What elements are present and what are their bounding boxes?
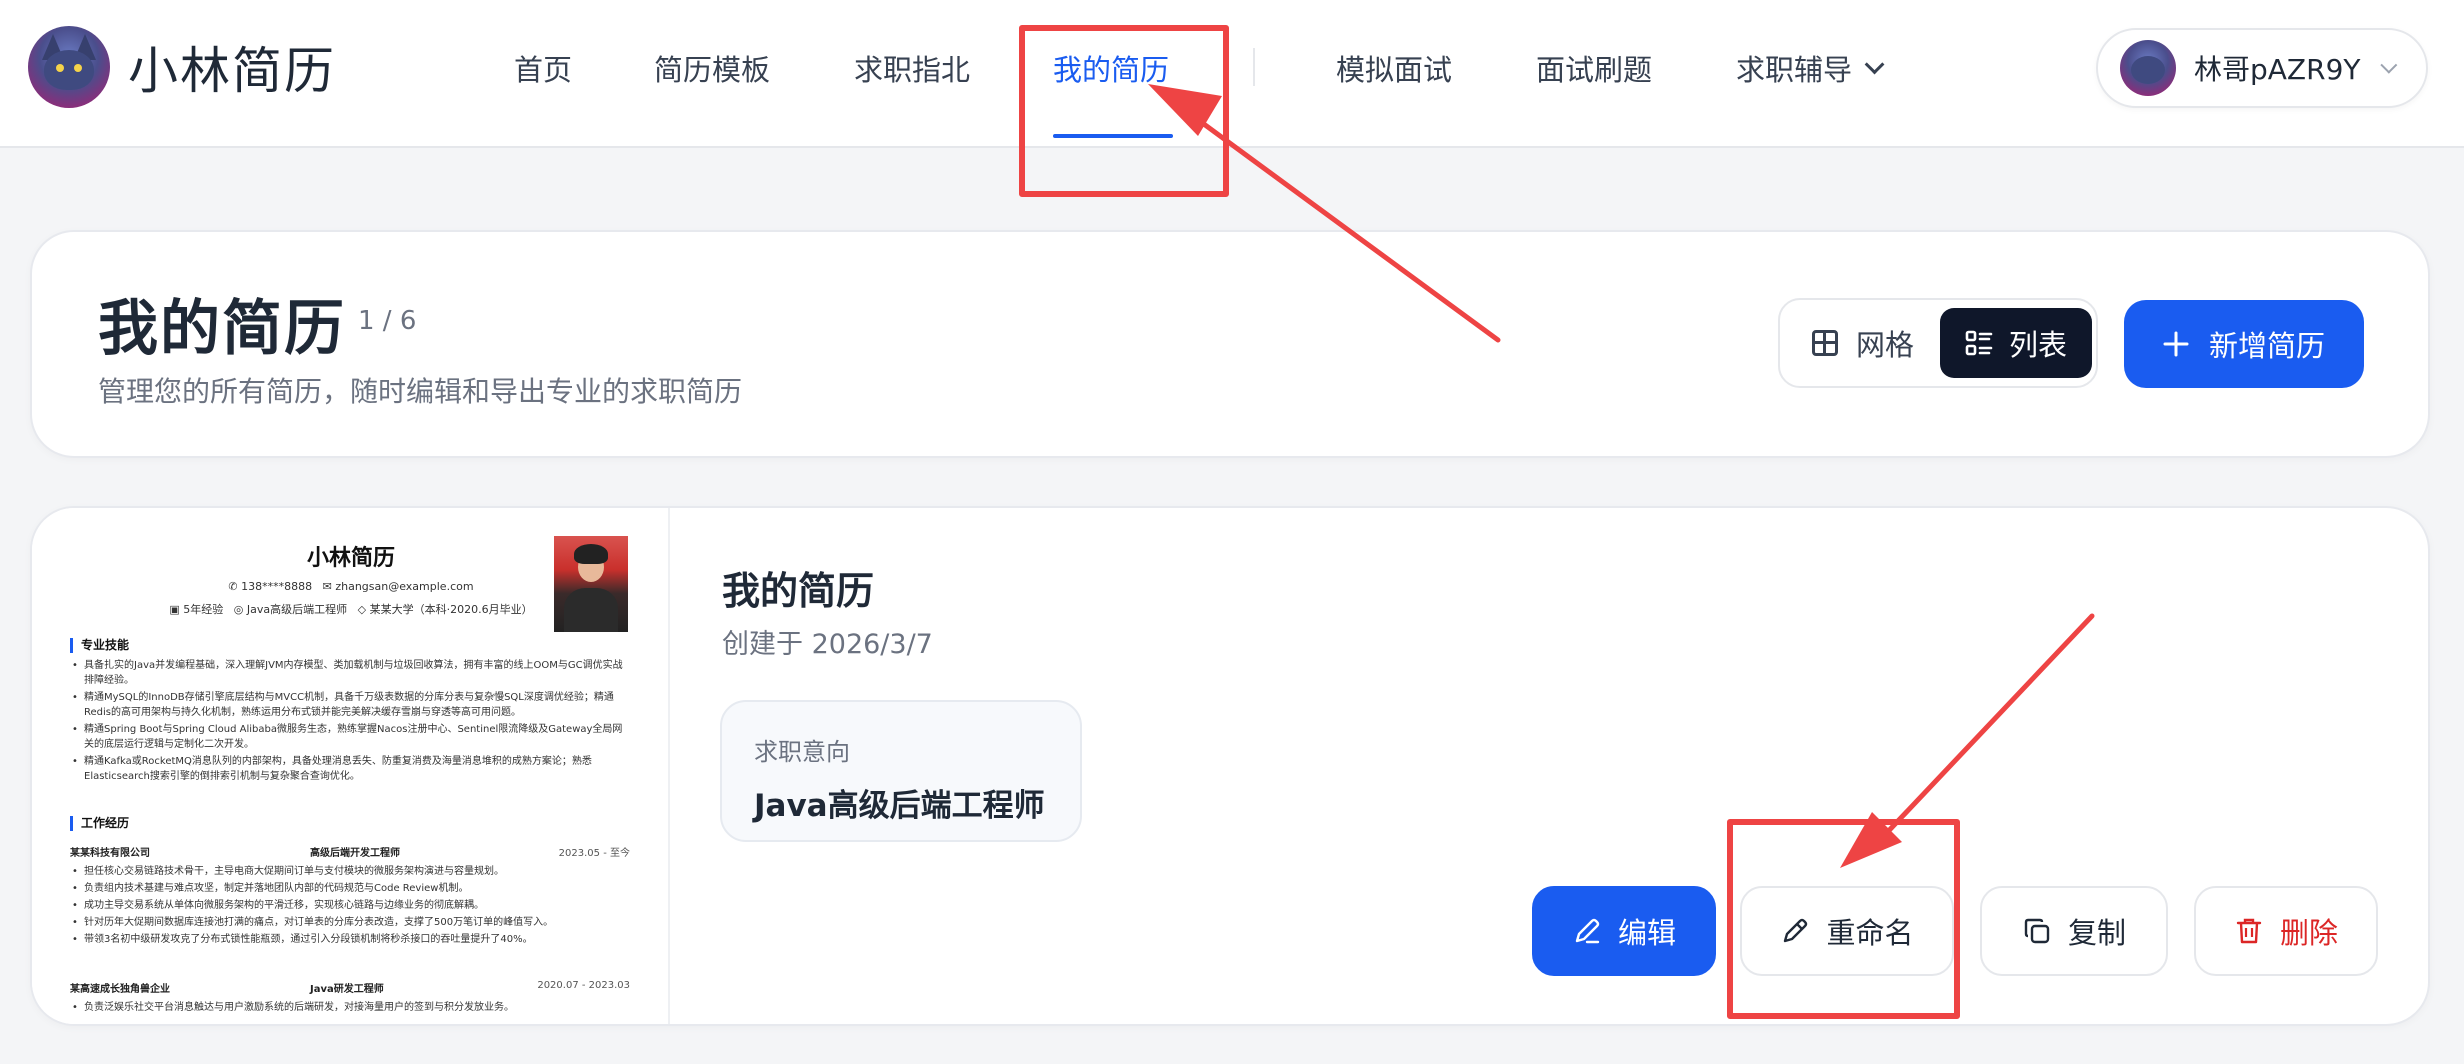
- nav-item-templates[interactable]: 简历模板: [654, 46, 770, 90]
- preview-period: 2020.07 - 2023.03: [537, 980, 630, 991]
- resume-title: 我的简历: [722, 569, 875, 613]
- preview-job-header: 某高速成长独角兽企业 Java研发工程师 2020.07 - 2023.03: [70, 980, 630, 995]
- view-grid-label: 网格: [1855, 328, 1914, 362]
- brand[interactable]: 小林简历: [28, 26, 336, 108]
- list-item: 针对历年大促期间数据库连接池打满的痛点，对订单表的分库分表改造，支撑了500万笔…: [70, 915, 630, 930]
- nav-item-coaching[interactable]: 求职辅导: [1736, 46, 1885, 90]
- view-grid-button[interactable]: 网格: [1790, 308, 1936, 378]
- preview-job-bullets: 负责泛娱乐社交平台消息触达与用户激励系统的后端研发，对接海量用户的签到与积分发放…: [70, 1000, 630, 1017]
- preview-company: 某高速成长独角兽企业: [70, 984, 170, 995]
- nav-item-mock-interview[interactable]: 模拟面试: [1336, 46, 1452, 90]
- preview-role: Java研发工程师: [310, 984, 384, 995]
- brand-logo-icon: [28, 26, 110, 108]
- copy-button[interactable]: 复制: [1980, 886, 2168, 976]
- list-item: 精通MySQL的InnoDB存储引擎底层结构与MVCC机制，具备千万级表数据的分…: [70, 690, 630, 720]
- mail-icon: ✉: [322, 580, 336, 593]
- target-icon: ◎: [233, 603, 247, 616]
- chevron-down-icon: [1864, 54, 1885, 75]
- preview-skills-heading: 专业技能: [70, 638, 129, 653]
- nav-item-job-guide[interactable]: 求职指北: [854, 46, 970, 90]
- pencil-icon: [1784, 918, 1808, 943]
- job-intent-label: 求职意向: [754, 738, 850, 766]
- edit-button[interactable]: 编辑: [1532, 886, 1716, 976]
- preview-phone: 138****8888: [241, 580, 313, 593]
- list-item: 带领3名初中级研发攻克了分布式锁性能瓶颈，通过引入分段锁机制将秒杀接口的吞吐量提…: [70, 932, 630, 947]
- job-intent-box: 求职意向 Java高级后端工程师: [720, 700, 1082, 842]
- page-title: 我的简历: [98, 294, 346, 364]
- chevron-down-icon: [2380, 56, 2398, 74]
- delete-button[interactable]: 删除: [2194, 886, 2378, 976]
- list-item: 负责组内技术基建与难点攻坚，制定并落地团队内部的代码规范与Code Review…: [70, 881, 630, 896]
- preview-education: 某某大学（本科·2020.6月毕业）: [369, 603, 533, 616]
- preview-photo: [554, 536, 628, 632]
- nav-item-home[interactable]: 首页: [514, 46, 572, 90]
- list-icon: [1965, 330, 1993, 356]
- nav-item-coaching-label: 求职辅导: [1736, 53, 1853, 87]
- trash-icon: [2236, 918, 2262, 944]
- list-item: 负责泛娱乐社交平台消息触达与用户激励系统的后端研发，对接海量用户的签到与积分发放…: [70, 1000, 630, 1015]
- page-subtitle: 管理您的所有简历，随时编辑和导出专业的求职简历: [98, 375, 743, 408]
- list-item: 精通Spring Boot与Spring Cloud Alibaba微服务生态，…: [70, 722, 630, 752]
- user-menu[interactable]: 林哥pAZR9Y: [2096, 28, 2428, 108]
- preview-job-bullets: 担任核心交易链路技术骨干，主导电商大促期间订单与支付模块的微服务架构演进与容量规…: [70, 864, 630, 949]
- view-list-button[interactable]: 列表: [1940, 308, 2092, 378]
- top-navbar: 小林简历 首页 简历模板 求职指北 我的简历 模拟面试 面试刷题 求职辅导 林哥…: [0, 0, 2464, 148]
- list-item: 成功主导交易系统从单体向微服务架构的平滑迁移，实现核心链路与边缘业务的彻底解耦。: [70, 898, 630, 913]
- briefcase-icon: ▣: [169, 603, 184, 616]
- pen-icon: [1575, 918, 1600, 944]
- delete-label: 删除: [2279, 916, 2338, 950]
- edit-label: 编辑: [1617, 916, 1676, 950]
- grid-icon: [1811, 330, 1838, 356]
- user-name: 林哥pAZR9Y: [2194, 53, 2361, 86]
- list-item: 担任核心交易链路技术骨干，主导电商大促期间订单与支付模块的微服务架构演进与容量规…: [70, 864, 630, 879]
- preview-work-heading: 工作经历: [70, 816, 129, 831]
- copy-icon: [2024, 918, 2050, 944]
- preview-skills-list: 具备扎实的Java并发编程基础，深入理解JVM内存模型、类加载机制与垃圾回收算法…: [70, 658, 630, 786]
- nav-divider: [1253, 48, 1255, 86]
- preview-company: 某某科技有限公司: [70, 848, 150, 859]
- job-intent-value: Java高级后端工程师: [754, 788, 1045, 824]
- copy-label: 复制: [2067, 916, 2126, 950]
- resume-preview-thumbnail[interactable]: 小林简历 ✆ 138****8888 ✉ zhangsan@example.co…: [32, 508, 670, 1024]
- nav-item-question-bank[interactable]: 面试刷题: [1536, 46, 1652, 90]
- tag-icon: ◇: [357, 603, 370, 616]
- rename-button[interactable]: 重命名: [1740, 886, 1954, 976]
- add-resume-button[interactable]: 新增简历: [2124, 300, 2364, 388]
- rename-label: 重命名: [1826, 916, 1914, 950]
- preview-period: 2023.05 - 至今: [558, 848, 630, 859]
- list-item: 具备扎实的Java并发编程基础，深入理解JVM内存模型、类加载机制与垃圾回收算法…: [70, 658, 630, 688]
- preview-email: zhangsan@example.com: [335, 580, 474, 593]
- preview-role: 高级后端开发工程师: [310, 848, 400, 859]
- add-resume-label: 新增简历: [2208, 329, 2325, 363]
- nav-item-my-resumes[interactable]: 我的简历: [1053, 46, 1169, 90]
- preview-position: Java高级后端工程师: [246, 603, 348, 616]
- resume-created-date: 创建于 2026/3/7: [722, 629, 933, 660]
- avatar: [2120, 40, 2176, 96]
- brand-name: 小林简历: [128, 42, 336, 100]
- list-item: 精通Kafka或RocketMQ消息队列的内部架构，具备处理消息丢失、防重复消费…: [70, 754, 630, 784]
- view-list-label: 列表: [2008, 328, 2067, 362]
- nav-active-underline: [1053, 134, 1173, 138]
- preview-experience: 5年经验: [183, 603, 224, 616]
- resume-count: 1 / 6: [358, 306, 417, 336]
- preview-job-header: 某某科技有限公司 高级后端开发工程师 2023.05 - 至今: [70, 844, 630, 859]
- page-header-card: 我的简历 1 / 6 管理您的所有简历，随时编辑和导出专业的求职简历 网格 列表…: [30, 230, 2430, 458]
- plus-icon: [2163, 331, 2189, 357]
- phone-icon: ✆: [228, 580, 242, 593]
- view-toggle: 网格 列表: [1778, 298, 2098, 388]
- resume-card[interactable]: 小林简历 ✆ 138****8888 ✉ zhangsan@example.co…: [30, 506, 2430, 1026]
